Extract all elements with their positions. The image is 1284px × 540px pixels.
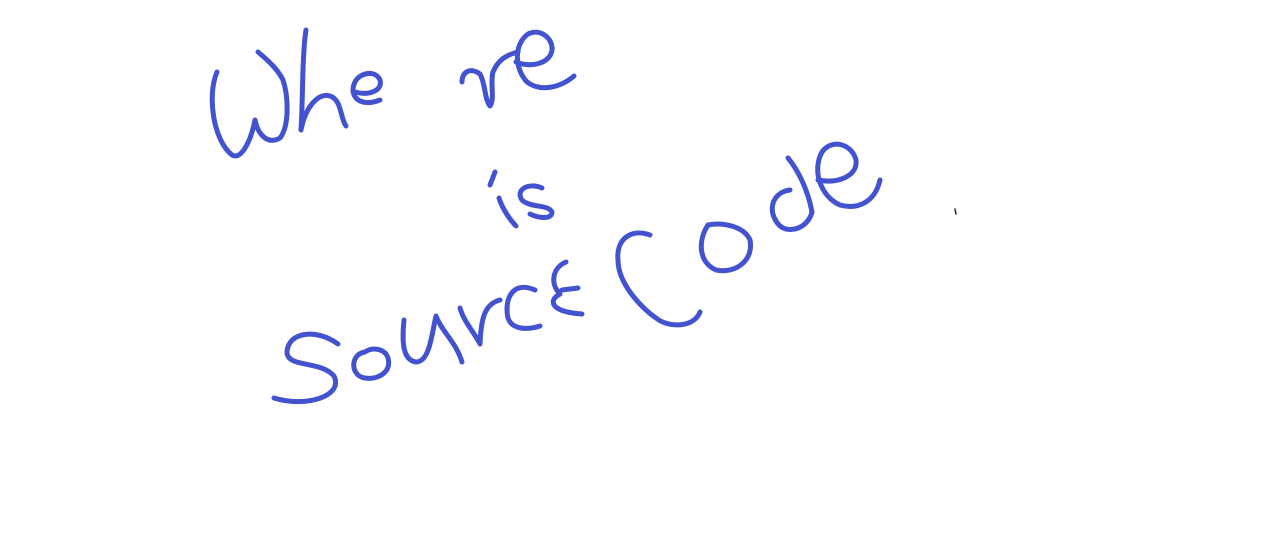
handwriting-stroke-C [615,230,703,328]
handwriting-stroke-e2 [513,29,577,91]
handwriting-stroke-o [351,346,392,381]
drawing-canvas: Where is Source Code [0,0,1284,540]
word-is [487,169,555,229]
word-source [271,259,585,404]
handwriting-stroke-e1 [350,71,383,106]
handwriting-stroke-i-dot [487,169,498,188]
handwriting-stroke-s1 [517,183,555,220]
ink-speck [954,208,957,215]
handwriting-stroke-u [400,313,465,365]
handwriting-stroke-c [504,284,543,331]
handwriting-stroke-S [271,331,341,404]
handwriting-drawing [209,27,957,404]
handwriting-stroke-e3-mid [559,285,581,293]
handwriting-stroke-d [769,155,815,232]
handwriting-stroke-e4 [815,141,883,209]
word-code [615,141,883,328]
handwriting-stroke-r2 [457,297,503,347]
handwriting-stroke-r [459,49,521,109]
handwriting-stroke-h [298,27,349,133]
word-where [209,27,577,159]
handwriting-stroke-o2 [698,221,754,274]
handwriting-stroke-w [209,49,290,159]
handwriting-stroke-i [496,195,519,229]
